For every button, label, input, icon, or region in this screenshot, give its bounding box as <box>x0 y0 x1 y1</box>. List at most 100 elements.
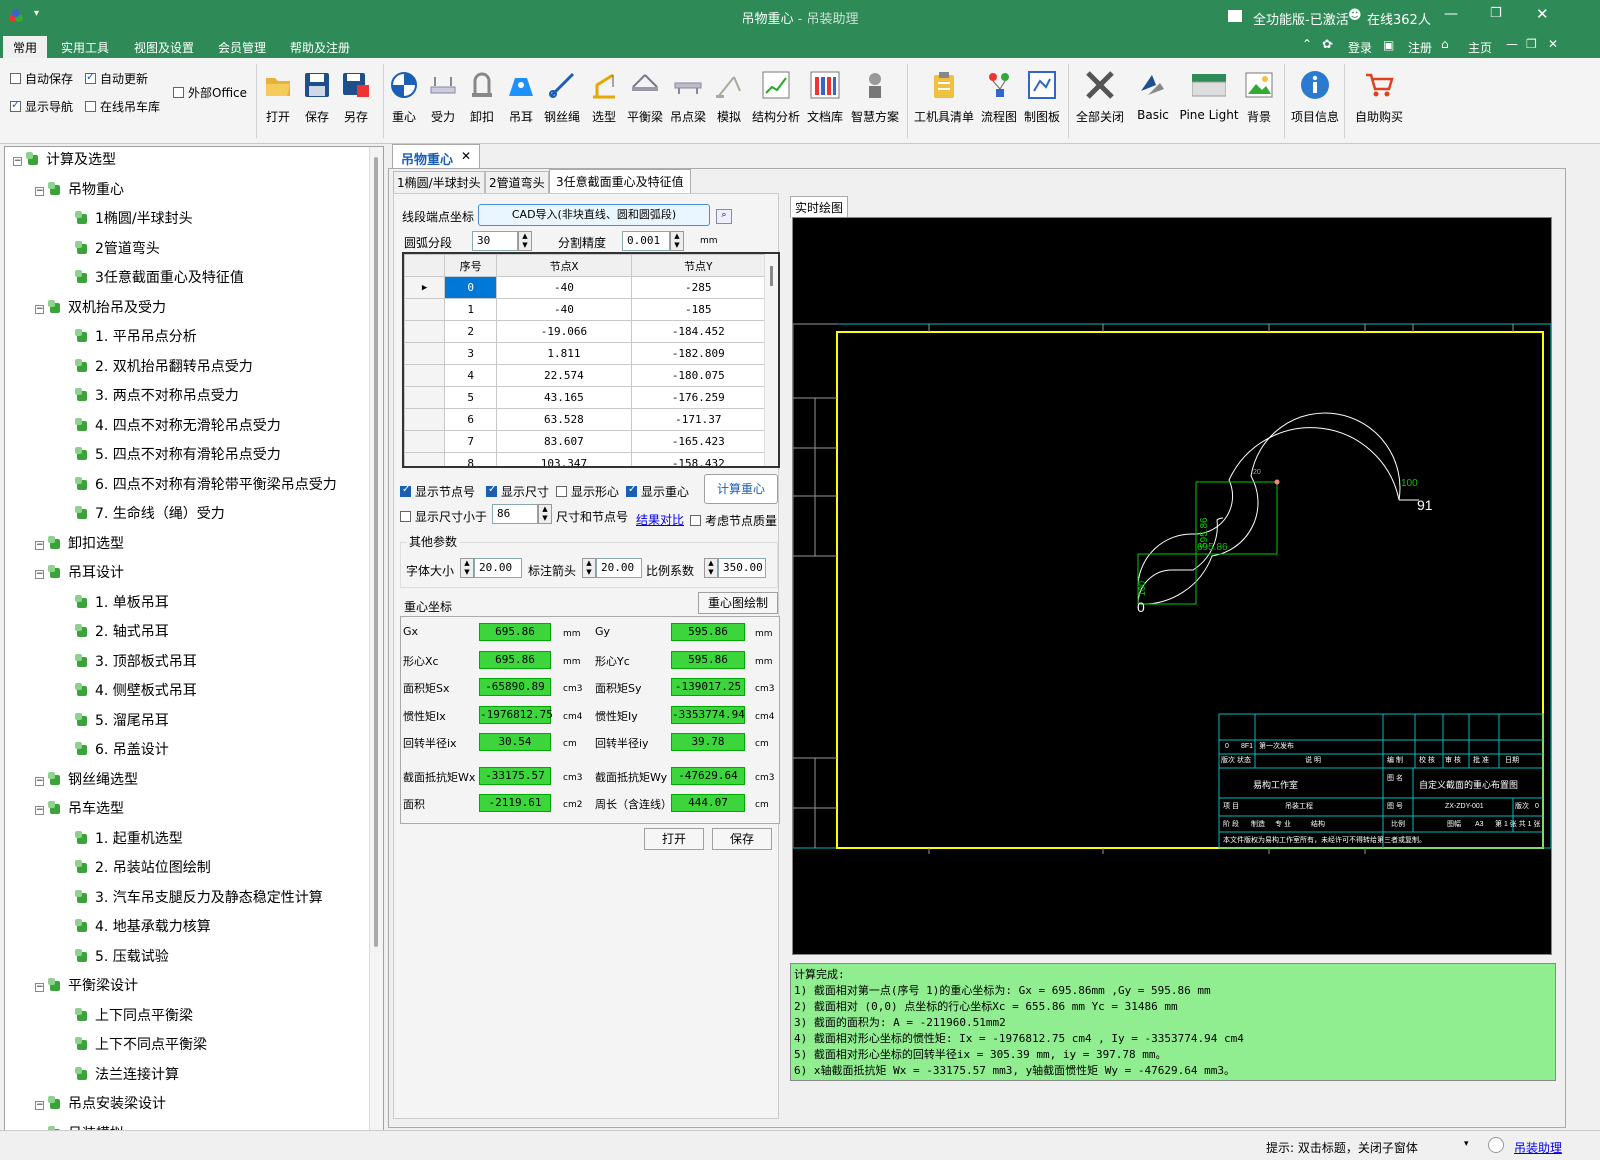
dim-lt-stepper[interactable]: ▲ ▼ <box>538 504 552 524</box>
subtab-section[interactable]: 3任意截面重心及特征值 <box>549 169 691 193</box>
row-header[interactable] <box>404 408 446 431</box>
table-cell[interactable]: -285 <box>630 276 767 299</box>
precision-input[interactable]: 0.001 <box>622 231 670 251</box>
table-cell[interactable]: 83.607 <box>496 430 632 453</box>
mdi-minimize-icon[interactable]: — <box>1506 37 1518 51</box>
tree-node[interactable]: 3. 顶部板式吊耳 <box>75 651 197 675</box>
table-cell[interactable]: 5 <box>444 386 498 409</box>
table-cell[interactable]: -180.075 <box>630 364 767 387</box>
tree-node[interactable]: 6. 吊盖设计 <box>75 739 169 763</box>
tree-node[interactable]: − 卸扣选型 <box>35 533 124 557</box>
table-row[interactable]: 3 1.811 -182.809 <box>404 342 767 365</box>
table-row[interactable]: 5 43.165 -176.259 <box>404 386 767 409</box>
table-cell[interactable]: 1 <box>444 298 498 321</box>
compare-link[interactable]: 结果对比 <box>636 511 684 528</box>
row-header[interactable] <box>404 430 446 453</box>
expand-toggle-icon[interactable]: − <box>35 304 44 314</box>
table-cell[interactable]: 22.574 <box>496 364 632 387</box>
show-centroid-checkbox[interactable]: 显示形心 <box>556 483 619 500</box>
show-nav-checkbox[interactable]: 显示导航 <box>10 98 73 115</box>
expand-toggle-icon[interactable]: − <box>35 540 44 550</box>
restore-button[interactable]: ❐ <box>1490 6 1502 21</box>
online-crane-checkbox[interactable]: 在线吊车库 <box>85 98 160 115</box>
row-header[interactable] <box>404 452 446 466</box>
minimize-button[interactable]: — <box>1444 6 1458 22</box>
table-cell[interactable]: -185 <box>630 298 767 321</box>
row-header[interactable] <box>404 298 446 321</box>
expand-toggle-icon[interactable]: − <box>35 983 44 992</box>
show-node-no-checkbox[interactable]: 显示节点号 <box>400 483 475 500</box>
preview-icon[interactable]: ⌕ <box>716 209 732 224</box>
table-cell[interactable]: 1.811 <box>496 342 632 365</box>
table-cell[interactable]: 4 <box>444 364 498 387</box>
tree-node[interactable]: 上下同点平衡梁 <box>75 1005 193 1029</box>
tree-node[interactable]: 2. 吊装站位图绘制 <box>75 857 211 881</box>
theme-pine-light-button[interactable]: Pine Light <box>1179 66 1239 138</box>
tree-node[interactable]: 5. 压载试验 <box>75 946 169 970</box>
row-header[interactable] <box>404 342 446 365</box>
table-cell[interactable]: 8 <box>444 452 498 466</box>
spreader-beam-button[interactable]: 平衡梁 <box>621 66 669 138</box>
tree-node[interactable]: 6. 四点不对称有滑轮带平衡梁吊点受力 <box>75 474 337 498</box>
expand-toggle-icon[interactable]: − <box>35 186 44 196</box>
row-header[interactable] <box>404 320 446 343</box>
smart-plan-button[interactable]: 智慧方案 <box>851 66 899 138</box>
menu-help[interactable]: 帮助及注册 <box>290 39 350 56</box>
arc-seg-input[interactable]: 30 <box>472 231 518 251</box>
row-header[interactable]: ▶ <box>404 276 446 299</box>
table-cell[interactable]: 7 <box>444 430 498 453</box>
table-cell[interactable]: -19.066 <box>496 320 632 343</box>
table-row[interactable]: 1 -40 -185 <box>404 298 767 321</box>
theme-basic-button[interactable]: Basic <box>1129 66 1177 138</box>
row-header[interactable] <box>404 386 446 409</box>
tree-node[interactable]: 1椭圆/半球封头 <box>75 208 193 232</box>
save-as-button[interactable]: 另存 <box>332 66 380 138</box>
tree-node[interactable]: − 吊点安装梁设计 <box>35 1093 166 1117</box>
font-size-stepper[interactable]: ▲ ▼ <box>460 558 474 578</box>
tree-node[interactable]: 4. 四点不对称无滑轮吊点受力 <box>75 415 281 439</box>
show-dim-checkbox[interactable]: 显示尺寸 <box>486 483 549 500</box>
save-file-button[interactable]: 保存 <box>712 828 772 850</box>
table-cell[interactable]: 3 <box>444 342 498 365</box>
tree-node[interactable]: − 平衡梁设计 <box>35 975 138 999</box>
status-dropdown-icon[interactable]: ▾ <box>1464 1139 1469 1149</box>
open-file-button[interactable]: 打开 <box>644 828 704 850</box>
mdi-restore-icon[interactable]: ❐ <box>1526 37 1537 51</box>
background-button[interactable]: 背景 <box>1235 66 1283 138</box>
tree-node[interactable]: 5. 溜尾吊耳 <box>75 710 169 734</box>
expand-toggle-icon[interactable]: − <box>13 157 22 166</box>
project-info-button[interactable]: 项目信息 <box>1291 66 1339 138</box>
arrow-input[interactable]: 20.00 <box>596 558 642 578</box>
tree-node[interactable]: 4. 地基承载力核算 <box>75 916 211 940</box>
menu-view[interactable]: 视图及设置 <box>134 39 194 56</box>
mdi-close-icon[interactable]: ✕ <box>1548 37 1558 51</box>
tree-node[interactable]: 1. 平吊吊点分析 <box>75 326 197 350</box>
drawing-canvas[interactable]: 595.86 695.86 100 100 20 0 91 0 8F1 第一次发… <box>792 217 1552 955</box>
table-cell[interactable]: 63.528 <box>496 408 632 431</box>
register-link[interactable]: 注册 <box>1408 39 1432 56</box>
tree-node[interactable]: 4. 侧壁板式吊耳 <box>75 680 197 704</box>
tree-node[interactable]: 1. 单板吊耳 <box>75 592 169 616</box>
table-cell[interactable]: -40 <box>496 276 632 299</box>
close-all-button[interactable]: 全部关闭 <box>1076 66 1124 138</box>
tree-node[interactable]: − 吊车选型 <box>35 798 124 822</box>
collapse-ribbon-icon[interactable]: ⌃ <box>1302 37 1312 51</box>
table-scroll-thumb[interactable] <box>770 266 773 286</box>
tree-node[interactable]: − 钢丝绳选型 <box>35 769 138 793</box>
subtab-head[interactable]: 1椭圆/半球封头 <box>393 171 485 194</box>
tree-scroll-thumb[interactable] <box>374 157 378 947</box>
expand-toggle-icon[interactable]: − <box>35 1101 44 1110</box>
row-header[interactable] <box>404 364 446 387</box>
tree-node[interactable]: − 吊耳设计 <box>35 562 124 586</box>
precision-stepper[interactable]: ▲ ▼ <box>670 231 684 251</box>
arrow-stepper[interactable]: ▲ ▼ <box>582 558 596 578</box>
login-link[interactable]: 登录 <box>1348 39 1372 56</box>
table-row[interactable]: 2 -19.066 -184.452 <box>404 320 767 343</box>
menu-tools[interactable]: 实用工具 <box>61 39 109 56</box>
table-cell[interactable]: -182.809 <box>630 342 767 365</box>
simulation-button[interactable]: 模拟 <box>705 66 753 138</box>
home-link[interactable]: 主页 <box>1468 39 1492 56</box>
tree-node[interactable]: 2. 双机抬吊翻转吊点受力 <box>75 356 253 380</box>
table-cell[interactable]: -171.37 <box>630 408 767 431</box>
structure-analysis-button[interactable]: 结构分析 <box>752 66 800 138</box>
